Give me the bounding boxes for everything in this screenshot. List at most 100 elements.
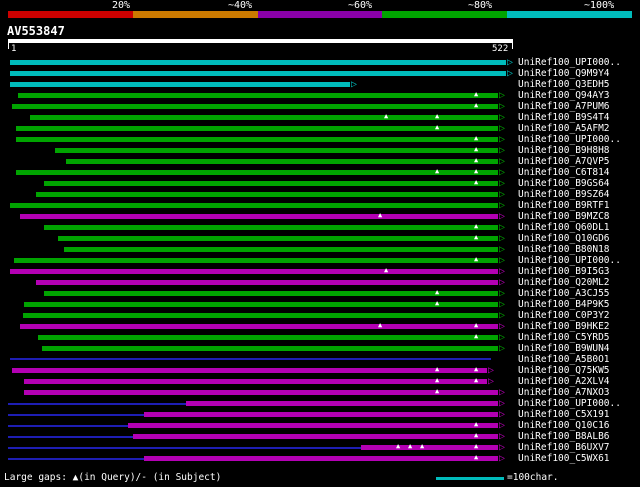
- hit-bar[interactable]: [10, 82, 350, 87]
- hit-label[interactable]: UniRef100_B9MZC8: [518, 212, 610, 222]
- hit-label[interactable]: UniRef100_B9S4T4: [518, 113, 610, 123]
- hit-label[interactable]: UniRef100_Q94AY3: [518, 91, 610, 101]
- hit-bar[interactable]: [144, 412, 498, 417]
- continuation-arrow-icon: ▷: [499, 123, 506, 134]
- key-segment-green: [382, 11, 508, 18]
- hit-bar[interactable]: [12, 104, 498, 109]
- hit-label[interactable]: UniRef100_Q10GD6: [518, 234, 610, 244]
- continuation-arrow-icon: ▷: [499, 266, 506, 277]
- hit-bar[interactable]: [24, 390, 498, 395]
- hit-bar[interactable]: [16, 126, 498, 131]
- gap-triangle-icon: ▲: [474, 145, 479, 153]
- hit-label[interactable]: UniRef100_C6T814: [518, 168, 610, 178]
- hit-label[interactable]: UniRef100_A5AFM2: [518, 124, 610, 134]
- hit-bar[interactable]: [10, 358, 491, 360]
- hit-label[interactable]: UniRef100_Q60DL1: [518, 223, 610, 233]
- continuation-arrow-icon: ▷: [499, 398, 506, 409]
- hit-label[interactable]: UniRef100_B9RTF1: [518, 201, 610, 211]
- hit-label[interactable]: UniRef100_A7QVP5: [518, 157, 610, 167]
- hit-bar[interactable]: [16, 170, 498, 175]
- hit-bar[interactable]: [16, 137, 498, 142]
- hit-label[interactable]: UniRef100_B9SZ64: [518, 190, 610, 200]
- hit-bar[interactable]: [10, 71, 506, 76]
- hit-bar[interactable]: [36, 192, 498, 197]
- hit-label[interactable]: UniRef100_UPI000..: [518, 135, 621, 145]
- hit-label[interactable]: UniRef100_B4P9K5: [518, 300, 610, 310]
- continuation-arrow-icon: ▷: [499, 145, 506, 156]
- hit-label[interactable]: UniRef100_C5WX61: [518, 454, 610, 464]
- hit-bar[interactable]: [58, 236, 498, 241]
- hit-label[interactable]: UniRef100_B9GS64: [518, 179, 610, 189]
- hit-bar[interactable]: [23, 313, 498, 318]
- gap-triangle-icon: ▲: [474, 420, 479, 428]
- gap-triangle-icon: ▲: [474, 321, 479, 329]
- hit-bar[interactable]: [186, 401, 498, 406]
- hit-label[interactable]: UniRef100_B9H8H8: [518, 146, 610, 156]
- hit-bar[interactable]: [30, 115, 498, 120]
- hit-label[interactable]: UniRef100_C5YRD5: [518, 333, 610, 343]
- hit-label[interactable]: UniRef100_Q3EDH5: [518, 80, 610, 90]
- hit-bar[interactable]: [144, 456, 498, 461]
- hit-bar[interactable]: [10, 203, 498, 208]
- blast-overview-screen: 20% ~40% ~60% ~80% ~100% AV553847 1 522 ▷ Uni…: [0, 0, 640, 487]
- alignment-row: ▷ ▲ ▲ UniRef100_B9S4T4: [8, 112, 640, 123]
- hit-bar[interactable]: [66, 159, 498, 164]
- hit-bar[interactable]: [44, 291, 498, 296]
- hit-bar[interactable]: [10, 60, 506, 65]
- hit-bar[interactable]: [12, 368, 487, 373]
- continuation-arrow-icon: ▷: [499, 211, 506, 222]
- gap-triangle-icon: ▲: [408, 442, 413, 450]
- gap-triangle-icon: ▲: [474, 233, 479, 241]
- hit-bar[interactable]: [18, 93, 498, 98]
- hit-bar[interactable]: [42, 346, 498, 351]
- hit-label[interactable]: UniRef100_A7PUM6: [518, 102, 610, 112]
- hit-label[interactable]: UniRef100_A2XLV4: [518, 377, 610, 387]
- hit-bar[interactable]: [64, 247, 498, 252]
- join-line: [8, 458, 144, 460]
- hit-bar[interactable]: [128, 423, 498, 428]
- hit-bar[interactable]: [44, 181, 498, 186]
- hit-bar[interactable]: [14, 258, 498, 263]
- hit-bar[interactable]: [10, 269, 498, 274]
- hit-label[interactable]: UniRef100_B6UXV7: [518, 443, 610, 453]
- hit-label[interactable]: UniRef100_B9WUN4: [518, 344, 610, 354]
- hit-label[interactable]: UniRef100_Q10C16: [518, 421, 610, 431]
- gap-triangle-icon: ▲: [384, 112, 389, 120]
- alignment-row: ▷ ▲ UniRef100_A7NXO3: [8, 387, 640, 398]
- continuation-arrow-icon: ▷: [499, 387, 506, 398]
- hit-label[interactable]: UniRef100_UPI000..: [518, 399, 621, 409]
- hit-label[interactable]: UniRef100_UPI000..: [518, 58, 621, 68]
- gap-triangle-icon: ▲: [474, 178, 479, 186]
- hit-label[interactable]: UniRef100_C5X191: [518, 410, 610, 420]
- hit-label[interactable]: UniRef100_A7NXO3: [518, 388, 610, 398]
- hit-label[interactable]: UniRef100_A5B0O1: [518, 355, 610, 365]
- continuation-arrow-icon: ▷: [507, 68, 514, 79]
- hit-label[interactable]: UniRef100_C0P3Y2: [518, 311, 610, 321]
- join-line: [8, 447, 361, 449]
- hit-label[interactable]: UniRef100_A3CJ55: [518, 289, 610, 299]
- hit-label[interactable]: UniRef100_B9HKE2: [518, 322, 610, 332]
- hit-label[interactable]: UniRef100_UPI000..: [518, 256, 621, 266]
- hit-bar[interactable]: [38, 335, 498, 340]
- hit-bar[interactable]: [24, 302, 498, 307]
- alignment-row: ▷ ▲ UniRef100_A7PUM6: [8, 101, 640, 112]
- hit-bar[interactable]: [36, 280, 498, 285]
- hit-label[interactable]: UniRef100_Q75KW5: [518, 366, 610, 376]
- hit-bar[interactable]: [133, 434, 498, 439]
- alignment-row: ▷ ▲ UniRef100_Q94AY3: [8, 90, 640, 101]
- hit-bar[interactable]: [44, 225, 498, 230]
- hit-bar[interactable]: [55, 148, 498, 153]
- hit-label[interactable]: UniRef100_B9I5G3: [518, 267, 610, 277]
- hit-label[interactable]: UniRef100_Q20ML2: [518, 278, 610, 288]
- hit-label[interactable]: UniRef100_B8ALB6: [518, 432, 610, 442]
- hit-bar[interactable]: [20, 324, 498, 329]
- continuation-arrow-icon: ▷: [499, 189, 506, 200]
- continuation-arrow-icon: ▷: [351, 79, 358, 90]
- gap-triangle-icon: ▲: [474, 101, 479, 109]
- footer: Large gaps: ▲(in Query)/- (in Subject) =…: [0, 470, 640, 487]
- hit-label[interactable]: UniRef100_B80N18: [518, 245, 610, 255]
- hit-bar[interactable]: [20, 214, 498, 219]
- continuation-arrow-icon: ▷: [499, 288, 506, 299]
- hit-label[interactable]: UniRef100_Q9M9Y4: [518, 69, 610, 79]
- hit-bar[interactable]: [24, 379, 487, 384]
